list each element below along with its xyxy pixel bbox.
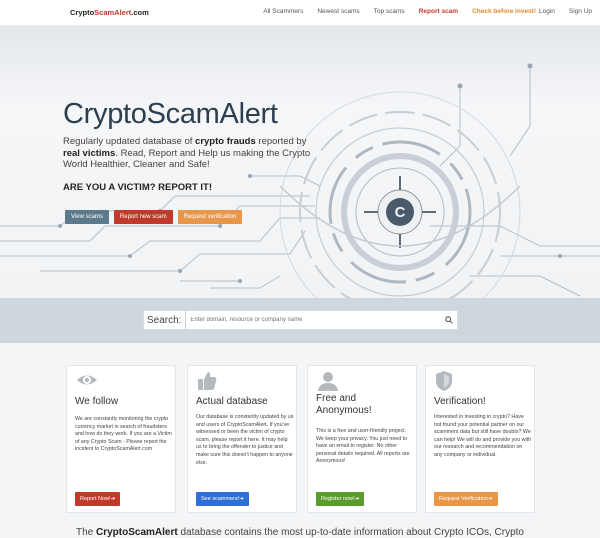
hero-desc-bold-frauds: crypto frauds [195, 136, 256, 147]
features-section: We follow We are constantly monitoring t… [0, 343, 600, 538]
button-label: See scammers! [201, 496, 240, 502]
card-text: We are constantly monitoring the crypto … [75, 416, 172, 453]
hero-desc-bold-victims: real victims [63, 147, 116, 159]
svg-text:C: C [395, 204, 406, 221]
card-title: Free and Anonymous! [316, 393, 372, 416]
report-now-button[interactable]: Report Now!➔ [75, 492, 121, 506]
hero-button-group: View scams Report new scam Request verif… [65, 210, 243, 224]
login-link[interactable]: Login [539, 8, 555, 15]
nav-links: All Scammers Newest scams Top scams Repo… [249, 8, 536, 15]
logo-accent: ScamAlert [94, 8, 132, 17]
card-text: Our database is constantly updated by us… [196, 414, 294, 466]
site-logo[interactable]: CryptoScamAlert.com [70, 8, 149, 17]
intro-text-part: The [75, 527, 96, 538]
auth-links: Login Sign Up [525, 8, 592, 15]
view-scams-button[interactable]: View scams [65, 210, 109, 224]
card-title: Actual database [196, 396, 268, 407]
see-scammers-button[interactable]: See scammers!➔ [196, 492, 249, 506]
logo-suffix: .com [131, 8, 149, 17]
arrow-right-icon: ➔ [354, 496, 360, 502]
thumbs-up-icon [196, 370, 218, 397]
hero-desc-part: reported by [255, 136, 307, 147]
shield-icon [434, 370, 454, 397]
arrow-right-icon: ➔ [239, 496, 244, 502]
nav-top-scams[interactable]: Top scams [374, 8, 405, 15]
feature-card-actual-database: Actual database Our database is constant… [187, 365, 297, 513]
hero-section: C CryptoScamAlert Regularly updated data… [0, 26, 600, 298]
feature-card-free-anonymous: Free and Anonymous! This is a free and u… [307, 365, 417, 513]
hero-title: CryptoScamAlert [63, 98, 278, 130]
request-verification-button[interactable]: Request verification [177, 210, 243, 224]
eye-icon [75, 370, 99, 395]
hero-cta-heading: ARE YOU A VICTIM? REPORT IT! [63, 182, 213, 193]
register-now-button[interactable]: Register now!➔ [316, 492, 365, 506]
logo-main: Crypto [70, 8, 95, 17]
signup-link[interactable]: Sign Up [569, 8, 592, 15]
hero-description: Regularly updated database of crypto fra… [63, 136, 321, 171]
search-bar: Search: [143, 310, 458, 330]
arrow-right-icon: ➔ [487, 496, 493, 502]
hero-desc-part: Regularly updated database of [63, 136, 196, 147]
feature-card-we-follow: We follow We are constantly monitoring t… [66, 365, 176, 513]
nav-newest-scams[interactable]: Newest scams [317, 8, 359, 15]
nav-report-scam[interactable]: Report scam [419, 8, 458, 15]
button-label: Request Verification [439, 496, 488, 502]
intro-brand: CryptoScamAlert [96, 527, 178, 538]
feature-card-verification: Verification! Interested in investing in… [425, 365, 535, 513]
button-label: Register now! [321, 496, 355, 502]
report-new-scam-button[interactable]: Report new scam [113, 210, 173, 224]
search-section: Search: [0, 298, 600, 343]
search-label: Search: [144, 311, 187, 329]
nav-all-scammers[interactable]: All Scammers [263, 8, 303, 15]
card-title: We follow [75, 396, 119, 407]
top-navbar: CryptoScamAlert.com All Scammers Newest … [0, 0, 600, 26]
card-text: Interested in investing in crypto? Have … [434, 414, 532, 458]
intro-text-part: database contains the most up-to-date in… [177, 527, 524, 538]
card-text: This is a free and user-friendly project… [316, 428, 410, 465]
arrow-right-icon: ➔ [110, 496, 116, 502]
button-label: Report Now! [80, 496, 111, 502]
card-title: Verification! [434, 396, 486, 407]
intro-text: The CryptoScamAlert database contains th… [0, 527, 600, 538]
request-verification-card-button[interactable]: Request Verification➔ [434, 492, 498, 506]
search-input[interactable] [186, 317, 441, 323]
search-icon[interactable] [441, 316, 457, 324]
